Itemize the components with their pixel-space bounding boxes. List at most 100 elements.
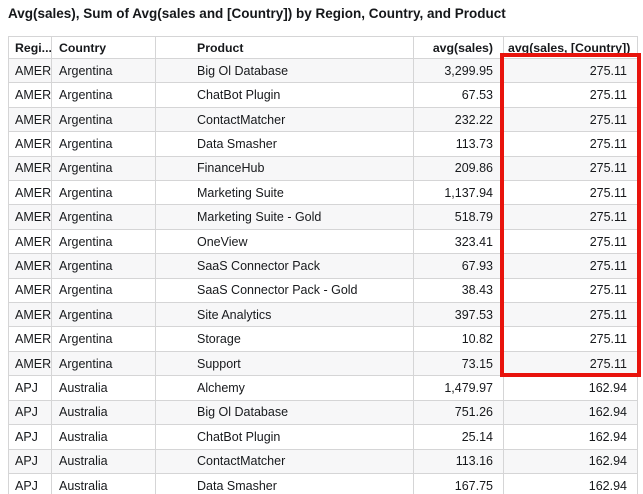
table-row[interactable]: APJAustraliaBig Ol Database751.26162.94 — [9, 400, 638, 424]
table-cell[interactable]: Storage — [156, 327, 414, 351]
table-cell[interactable]: 1,479.97 — [414, 376, 504, 400]
table-cell[interactable]: 167.75 — [414, 473, 504, 494]
table-cell[interactable]: Australia — [52, 400, 156, 424]
table-cell[interactable]: 162.94 — [504, 449, 638, 473]
table-cell[interactable]: Argentina — [52, 254, 156, 278]
table-cell[interactable]: 275.11 — [504, 132, 638, 156]
table-cell[interactable]: Australia — [52, 425, 156, 449]
table-cell[interactable]: 275.11 — [504, 303, 638, 327]
table-cell[interactable]: 67.93 — [414, 254, 504, 278]
table-cell[interactable]: 275.11 — [504, 229, 638, 253]
table-cell[interactable]: 67.53 — [414, 83, 504, 107]
table-row[interactable]: AMERArgentinaChatBot Plugin67.53275.11 — [9, 83, 638, 107]
column-header-region[interactable]: Regi... — [9, 37, 52, 59]
table-cell[interactable]: AMER — [9, 205, 52, 229]
table-cell[interactable]: AMER — [9, 278, 52, 302]
table-cell[interactable]: 275.11 — [504, 181, 638, 205]
table-cell[interactable]: Argentina — [52, 278, 156, 302]
table-cell[interactable]: 3,299.95 — [414, 59, 504, 83]
table-row[interactable]: AMERArgentinaOneView323.41275.11 — [9, 229, 638, 253]
table-cell[interactable]: 275.11 — [504, 107, 638, 131]
table-cell[interactable]: 275.11 — [504, 351, 638, 375]
table-cell[interactable]: 275.11 — [504, 205, 638, 229]
table-row[interactable]: AMERArgentinaSaaS Connector Pack67.93275… — [9, 254, 638, 278]
table-cell[interactable]: 232.22 — [414, 107, 504, 131]
table-cell[interactable]: 275.11 — [504, 83, 638, 107]
table-cell[interactable]: APJ — [9, 400, 52, 424]
table-row[interactable]: AMERArgentinaBig Ol Database3,299.95275.… — [9, 59, 638, 83]
table-cell[interactable]: 275.11 — [504, 254, 638, 278]
table-cell[interactable]: Argentina — [52, 181, 156, 205]
table-row[interactable]: APJAustraliaAlchemy1,479.97162.94 — [9, 376, 638, 400]
table-cell[interactable]: SaaS Connector Pack - Gold — [156, 278, 414, 302]
table-cell[interactable]: 73.15 — [414, 351, 504, 375]
table-cell[interactable]: Australia — [52, 376, 156, 400]
table-cell[interactable]: Argentina — [52, 156, 156, 180]
table-cell[interactable]: Argentina — [52, 83, 156, 107]
table-cell[interactable]: Argentina — [52, 132, 156, 156]
table-row[interactable]: AMERArgentinaMarketing Suite1,137.94275.… — [9, 181, 638, 205]
table-cell[interactable]: AMER — [9, 83, 52, 107]
table-cell[interactable]: SaaS Connector Pack — [156, 254, 414, 278]
table-row[interactable]: AMERArgentinaSaaS Connector Pack - Gold3… — [9, 278, 638, 302]
table-cell[interactable]: Big Ol Database — [156, 400, 414, 424]
table-cell[interactable]: Argentina — [52, 107, 156, 131]
table-row[interactable]: AMERArgentinaSite Analytics397.53275.11 — [9, 303, 638, 327]
table-cell[interactable]: AMER — [9, 327, 52, 351]
table-cell[interactable]: Data Smasher — [156, 132, 414, 156]
table-cell[interactable]: FinanceHub — [156, 156, 414, 180]
table-cell[interactable]: Alchemy — [156, 376, 414, 400]
table-cell[interactable]: Marketing Suite — [156, 181, 414, 205]
table-row[interactable]: APJAustraliaData Smasher167.75162.94 — [9, 473, 638, 494]
table-cell[interactable]: Argentina — [52, 327, 156, 351]
table-cell[interactable]: OneView — [156, 229, 414, 253]
table-cell[interactable]: 38.43 — [414, 278, 504, 302]
table-row[interactable]: AMERArgentinaContactMatcher232.22275.11 — [9, 107, 638, 131]
table-cell[interactable]: 113.16 — [414, 449, 504, 473]
table-cell[interactable]: APJ — [9, 376, 52, 400]
table-cell[interactable]: APJ — [9, 473, 52, 494]
table-cell[interactable]: Data Smasher — [156, 473, 414, 494]
table-cell[interactable]: 209.86 — [414, 156, 504, 180]
table-row[interactable]: AMERArgentinaData Smasher113.73275.11 — [9, 132, 638, 156]
table-cell[interactable]: 397.53 — [414, 303, 504, 327]
table-cell[interactable]: 275.11 — [504, 156, 638, 180]
table-cell[interactable]: 113.73 — [414, 132, 504, 156]
table-cell[interactable]: Australia — [52, 449, 156, 473]
table-cell[interactable]: AMER — [9, 59, 52, 83]
table-cell[interactable]: 162.94 — [504, 425, 638, 449]
table-cell[interactable]: AMER — [9, 303, 52, 327]
table-cell[interactable]: ChatBot Plugin — [156, 83, 414, 107]
table-row[interactable]: APJAustraliaChatBot Plugin25.14162.94 — [9, 425, 638, 449]
table-cell[interactable]: AMER — [9, 229, 52, 253]
table-cell[interactable]: 162.94 — [504, 376, 638, 400]
table-cell[interactable]: Support — [156, 351, 414, 375]
table-cell[interactable]: 162.94 — [504, 473, 638, 494]
table-row[interactable]: AMERArgentinaSupport73.15275.11 — [9, 351, 638, 375]
table-cell[interactable]: 518.79 — [414, 205, 504, 229]
table-cell[interactable]: 323.41 — [414, 229, 504, 253]
table-cell[interactable]: AMER — [9, 156, 52, 180]
table-cell[interactable]: APJ — [9, 425, 52, 449]
table-cell[interactable]: Argentina — [52, 59, 156, 83]
table-cell[interactable]: AMER — [9, 132, 52, 156]
table-cell[interactable]: ContactMatcher — [156, 107, 414, 131]
table-cell[interactable]: AMER — [9, 107, 52, 131]
column-header-product[interactable]: Product — [156, 37, 414, 59]
table-cell[interactable]: AMER — [9, 351, 52, 375]
table-cell[interactable]: ContactMatcher — [156, 449, 414, 473]
table-cell[interactable]: 1,137.94 — [414, 181, 504, 205]
column-header-avg-sales-country[interactable]: avg(sales, [Country]) — [504, 37, 638, 59]
table-cell[interactable]: Argentina — [52, 205, 156, 229]
table-cell[interactable]: AMER — [9, 181, 52, 205]
table-cell[interactable]: APJ — [9, 449, 52, 473]
table-cell[interactable]: Argentina — [52, 351, 156, 375]
table-cell[interactable]: Argentina — [52, 303, 156, 327]
table-cell[interactable]: 275.11 — [504, 59, 638, 83]
table-cell[interactable]: Argentina — [52, 229, 156, 253]
column-header-country[interactable]: Country — [52, 37, 156, 59]
column-header-avg-sales[interactable]: avg(sales) — [414, 37, 504, 59]
table-cell[interactable]: Marketing Suite - Gold — [156, 205, 414, 229]
table-cell[interactable]: ChatBot Plugin — [156, 425, 414, 449]
table-cell[interactable]: AMER — [9, 254, 52, 278]
